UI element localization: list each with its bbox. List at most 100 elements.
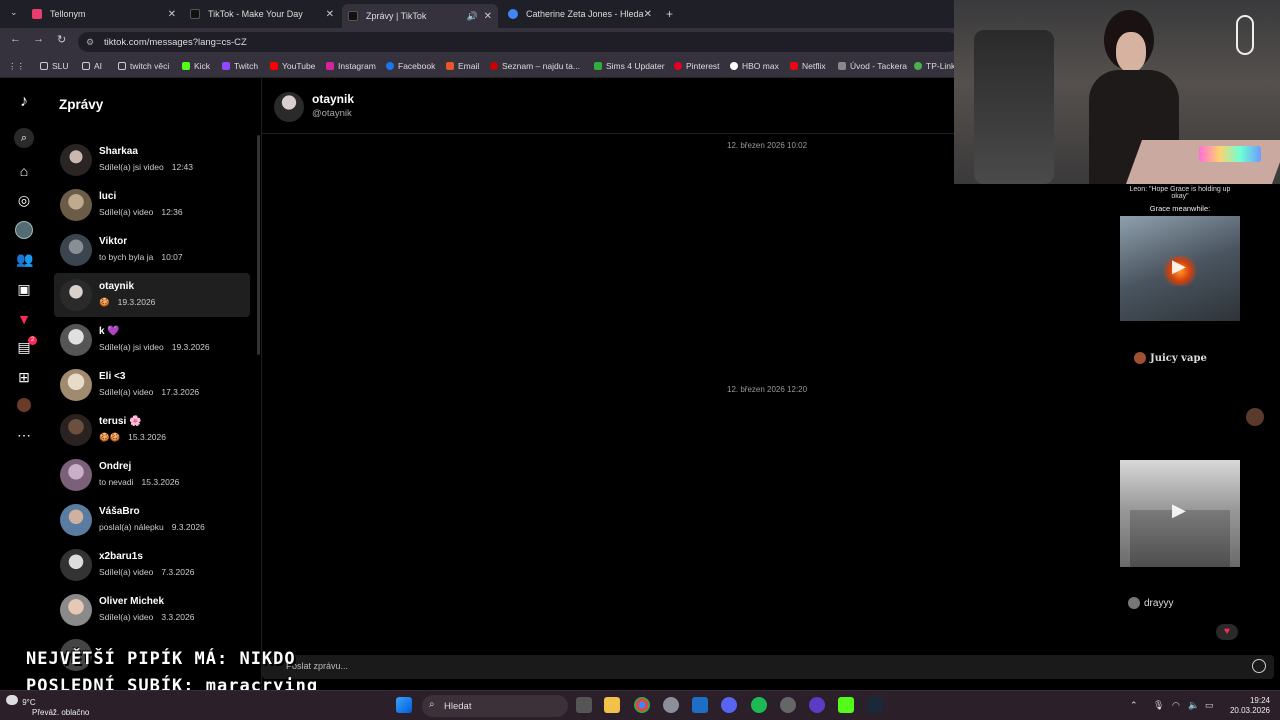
close-icon[interactable]: ✕: [644, 9, 652, 20]
settings-icon[interactable]: [663, 697, 679, 713]
search-placeholder: Hledat: [444, 700, 472, 712]
avatar: [60, 549, 92, 581]
profile-avatar-icon[interactable]: [15, 221, 33, 239]
system-clock[interactable]: 19:24 20.03.2026: [1230, 696, 1270, 716]
forward-icon[interactable]: →: [33, 33, 44, 45]
conversation-item[interactable]: terusi 🌸 🍪🍪 15.3.2026: [54, 408, 250, 452]
conversation-item[interactable]: Ondrej to nevadi 15.3.2026: [54, 453, 250, 497]
upload-icon[interactable]: ⊞: [16, 369, 32, 385]
tiktok-icon: [190, 9, 200, 19]
close-icon[interactable]: ✕: [326, 9, 334, 20]
photos-icon[interactable]: [692, 697, 708, 713]
profile-icon[interactable]: [17, 398, 31, 412]
tab-list-icon[interactable]: ⌄: [10, 7, 18, 18]
avatar: [60, 324, 92, 356]
explore-icon[interactable]: ◎: [16, 192, 32, 208]
stream-overlay-top-donor: NEJVĚTŠÍ PIPÍK MÁ: NIKDO: [26, 649, 296, 669]
reload-icon[interactable]: ↻: [57, 33, 66, 46]
sender-avatar[interactable]: [1246, 408, 1264, 426]
file-explorer-icon[interactable]: [604, 697, 620, 713]
url-text: tiktok.com/messages?lang=cs-CZ: [104, 36, 247, 48]
shared-video-caption: Grace meanwhile:: [1149, 204, 1211, 213]
shared-video-author[interactable]: Juicy vape: [1134, 352, 1207, 364]
bookmark-item[interactable]: TP-Link: [914, 61, 955, 71]
shared-video-thumbnail[interactable]: ▶: [1120, 216, 1240, 321]
play-icon[interactable]: ▶: [1172, 500, 1186, 521]
microphone-icon[interactable]: 🎙: [1153, 700, 1164, 711]
bookmark-item[interactable]: Instagram: [326, 61, 376, 71]
new-tab-icon[interactable]: +: [666, 7, 673, 21]
wifi-icon[interactable]: ◠: [1172, 700, 1180, 711]
live-icon[interactable]: ▣: [16, 281, 32, 297]
steam-icon[interactable]: [867, 697, 883, 713]
taskbar-search[interactable]: ⌕ Hledat: [422, 695, 568, 717]
battery-icon[interactable]: ▭: [1205, 700, 1214, 711]
bookmark-item[interactable]: Facebook: [386, 61, 435, 71]
tab-tellonym[interactable]: Tellonym ✕: [26, 4, 182, 24]
bookmark-item[interactable]: Sims 4 Updater: [594, 61, 665, 71]
weather-widget[interactable]: 9°C Převáž. oblačno: [6, 695, 89, 718]
tab-title: TikTok - Make Your Day: [208, 9, 303, 19]
site-info-icon[interactable]: ⚙: [86, 37, 94, 48]
conversation-item[interactable]: x2baru1s Sdílel(a) video 7.3.2026: [54, 543, 250, 587]
tab-title: Tellonym: [50, 9, 86, 19]
bookmark-item[interactable]: AI: [82, 61, 102, 71]
bookmark-item[interactable]: Seznam – najdu ta...: [490, 61, 580, 71]
bookmark-item[interactable]: Netflix: [790, 61, 826, 71]
play-icon[interactable]: ▶: [1172, 256, 1186, 277]
conversation-item[interactable]: Eli <3 Sdílel(a) video 17.3.2026: [54, 363, 250, 407]
home-icon[interactable]: ⌂: [16, 163, 32, 179]
tab-tiktok-messages[interactable]: Zprávy | TikTok 🔊 ✕: [342, 4, 498, 28]
obs-icon[interactable]: [780, 697, 796, 713]
conversation-item[interactable]: VášaBro poslal(a) nálepku 9.3.2026: [54, 498, 250, 542]
bookmark-item[interactable]: Twitch: [222, 61, 258, 71]
bookmark-item[interactable]: Pinterest: [674, 61, 720, 71]
bookmark-item[interactable]: Email: [446, 61, 479, 71]
apps-icon[interactable]: ⋮⋮: [8, 61, 25, 72]
back-icon[interactable]: ←: [10, 33, 21, 45]
emoji-icon[interactable]: [1252, 659, 1266, 673]
close-icon[interactable]: ✕: [484, 11, 492, 22]
conversation-name: terusi 🌸: [99, 416, 142, 427]
chevron-up-icon[interactable]: ⌃: [1130, 700, 1138, 711]
url-field[interactable]: ⚙ tiktok.com/messages?lang=cs-CZ: [78, 32, 958, 52]
chrome-icon[interactable]: [634, 697, 650, 713]
bookmark-item[interactable]: Úvod - Tackera: [838, 61, 907, 71]
bookmark-item[interactable]: YouTube: [270, 61, 315, 71]
conversation-item[interactable]: luci Sdílel(a) video 12:36: [54, 183, 250, 227]
activity-icon[interactable]: ▼: [16, 311, 32, 327]
conversation-item[interactable]: Sharkaa Sdílel(a) jsi video 12:43: [54, 138, 250, 182]
conversation-item-selected[interactable]: otaynik 🍪 19.3.2026: [54, 273, 250, 317]
tiktok-logo-icon[interactable]: ♪: [16, 94, 32, 110]
conversation-item[interactable]: Oliver Michek Sdílel(a) video 3.3.2026: [54, 588, 250, 632]
message-input[interactable]: Poslat zprávu...: [262, 655, 1274, 679]
tab-google-search[interactable]: Catherine Zeta Jones - Hledat G ✕: [502, 4, 658, 24]
shared-video-thumbnail[interactable]: ▶: [1120, 460, 1240, 567]
avatar: [60, 144, 92, 176]
windows-start-icon[interactable]: [396, 697, 412, 713]
bookmark-item[interactable]: SLU: [40, 61, 69, 71]
discord-icon[interactable]: [721, 697, 737, 713]
conversation-scrollbar[interactable]: [257, 135, 260, 355]
bookmark-item[interactable]: twitch věci: [118, 61, 169, 71]
bookmark-item[interactable]: HBO max: [730, 61, 779, 71]
search-icon[interactable]: ⌕: [14, 128, 34, 148]
spotify-icon[interactable]: [751, 697, 767, 713]
conversation-item[interactable]: Viktor to bych byla ja 10:07: [54, 228, 250, 272]
heart-reaction-icon[interactable]: ♥: [1216, 624, 1238, 640]
app-icon[interactable]: [809, 697, 825, 713]
close-icon[interactable]: ✕: [168, 9, 176, 20]
kick-icon[interactable]: [838, 697, 854, 713]
volume-icon[interactable]: 🔈: [1188, 700, 1199, 711]
conversation-item[interactable]: k 💜 Sdílel(a) jsi video 19.3.2026: [54, 318, 250, 362]
bookmark-item[interactable]: Kick: [182, 61, 210, 71]
conversation-list: Zprávy Sharkaa Sdílel(a) jsi video 12:43 …: [48, 78, 262, 690]
chat-avatar[interactable]: [274, 92, 304, 122]
shared-video-author[interactable]: drayyy: [1128, 597, 1173, 609]
tab-tiktok-home[interactable]: TikTok - Make Your Day ✕: [184, 4, 340, 24]
task-view-icon[interactable]: [576, 697, 592, 713]
chat-name[interactable]: otaynik: [312, 92, 354, 106]
speaker-icon[interactable]: 🔊: [467, 11, 478, 22]
following-icon[interactable]: 👥: [16, 251, 33, 267]
more-icon[interactable]: ⋯: [16, 427, 32, 443]
